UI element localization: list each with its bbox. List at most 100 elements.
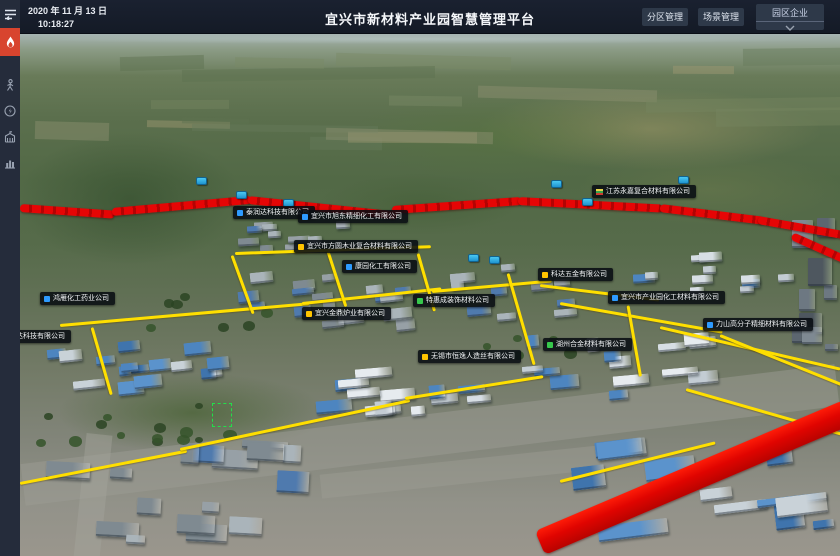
company-map-label[interactable]: 无锡市恒逸人造丝有限公司 [418, 350, 521, 363]
tree [195, 437, 203, 443]
building [699, 252, 722, 263]
building [825, 344, 838, 351]
top-header-bar: 2020 年 11 月 13 日 10:18:27 宜兴市新材料产业园智慧管理平… [20, 0, 840, 34]
company-marker-icon [298, 244, 304, 250]
road-highlight-red [660, 204, 765, 225]
page-title: 宜兴市新材料产业园智慧管理平台 [325, 9, 535, 28]
vehicle-marker[interactable] [196, 177, 207, 185]
company-map-label[interactable]: 宜兴金鼎炉业有限公司 [302, 307, 391, 320]
company-name-text: 兴化明达科技有限公司 [20, 333, 65, 340]
company-name-text: 科达五金有限公司 [551, 271, 607, 278]
building [777, 274, 794, 282]
vehicle-marker[interactable] [551, 180, 562, 188]
company-map-label[interactable]: 特惠成装饰材料公司 [413, 294, 495, 307]
farm-field-strip [716, 108, 840, 128]
building [110, 467, 133, 479]
vehicle-marker[interactable] [489, 256, 500, 264]
sidebar-item-energy[interactable] [0, 98, 20, 124]
building [247, 225, 263, 233]
tree [180, 293, 190, 301]
company-map-label[interactable]: 宜兴市旭东精细化工有限公司 [298, 210, 408, 223]
park-enterprises-dropdown[interactable]: 园区企业 [756, 4, 824, 30]
farm-field-strip [646, 96, 840, 113]
company-marker-icon [417, 298, 423, 304]
zone-management-button[interactable]: 分区管理 [642, 8, 688, 26]
company-marker-icon [302, 214, 308, 220]
building [496, 313, 515, 323]
tree [96, 420, 107, 429]
farm-field-strip [742, 47, 840, 65]
sidebar-item-menu[interactable] [0, 0, 20, 28]
farm-field-strip [146, 120, 229, 128]
sidebar-item-enterprise[interactable] [0, 124, 20, 150]
vehicle-marker[interactable] [468, 254, 479, 262]
park-enterprises-label: 园区企业 [756, 4, 824, 22]
building [808, 258, 831, 286]
company-name-text: 湖州合金材料有限公司 [556, 341, 626, 348]
company-marker-icon [306, 311, 312, 317]
current-time: 10:18:27 [38, 19, 74, 29]
building [658, 342, 687, 353]
company-map-label[interactable]: 湖州合金材料有限公司 [543, 338, 632, 351]
building [824, 285, 837, 300]
company-marker-icon [547, 342, 553, 348]
company-name-text: 宜兴市方圆木业复合材料有限公司 [307, 243, 412, 250]
building [347, 386, 381, 398]
company-map-label[interactable]: 兴化明达科技有限公司 [20, 330, 71, 343]
sidebar-item-personnel[interactable] [0, 72, 20, 98]
building [148, 358, 171, 372]
company-map-label[interactable]: 力山高分子精细材料有限公司 [703, 318, 813, 331]
power-gauge-icon [4, 105, 16, 117]
building [741, 275, 761, 285]
farm-field-strip [120, 55, 205, 71]
terrain-patch [480, 89, 820, 169]
scene-management-button[interactable]: 场景管理 [698, 8, 744, 26]
farm-field-strip [35, 121, 110, 141]
vehicle-marker[interactable] [582, 198, 593, 206]
road-highlight-red [112, 196, 252, 216]
tree [513, 335, 522, 342]
company-name-text: 宜兴市产业园化工材料有限公司 [621, 294, 719, 301]
building [207, 356, 230, 371]
company-map-label[interactable]: 宜兴市方圆木业复合材料有限公司 [294, 240, 418, 253]
chevron-down-icon [756, 22, 824, 32]
building [276, 470, 309, 493]
company-map-label[interactable]: 科达五金有限公司 [538, 268, 613, 281]
company-map-label[interactable]: 康园化工有限公司 [342, 260, 417, 273]
company-map-label[interactable]: 宜兴市产业园化工材料有限公司 [608, 291, 725, 304]
factory-building-icon [4, 131, 16, 143]
vehicle-marker[interactable] [678, 176, 689, 184]
building [813, 519, 835, 531]
building [501, 264, 516, 273]
map-3d-view[interactable]: 泰润达科技有限公司宜兴市旭东精细化工有限公司江苏永嘉复合材料有限公司宜兴市方圆木… [20, 34, 840, 556]
company-name-text: 宜兴金鼎炉业有限公司 [315, 310, 385, 317]
building [321, 319, 343, 329]
selection-box [212, 403, 232, 427]
company-name-text: 力山高分子精细材料有限公司 [716, 321, 807, 328]
sidebar-item-fire[interactable] [0, 28, 20, 56]
sidebar-item-statistics[interactable] [0, 150, 20, 176]
building [126, 535, 145, 545]
company-name-text: 江苏永嘉复合材料有限公司 [606, 188, 690, 195]
farm-field-strip [478, 86, 657, 102]
company-map-label[interactable]: 江苏永嘉复合材料有限公司 [592, 185, 696, 198]
building [176, 514, 215, 535]
flame-icon [5, 36, 16, 49]
tree [218, 323, 228, 331]
company-name-text: 特惠成装饰材料公司 [426, 297, 489, 304]
vehicle-marker[interactable] [236, 191, 247, 199]
tree [243, 321, 256, 331]
farm-field-strip [235, 57, 324, 69]
company-marker-icon [542, 272, 548, 278]
company-map-label[interactable]: 鸿雁化工药业公司 [40, 292, 115, 305]
current-date: 2020 年 11 月 13 日 [28, 4, 107, 17]
company-name-text: 康园化工有限公司 [355, 263, 411, 270]
terrain-patch [350, 94, 650, 179]
farm-field-strip [348, 131, 477, 143]
building [692, 275, 713, 285]
left-toolbar [0, 0, 20, 556]
company-name-text: 鸿雁化工药业公司 [53, 295, 109, 302]
building [467, 394, 492, 405]
tree [154, 423, 166, 433]
building [137, 497, 162, 515]
